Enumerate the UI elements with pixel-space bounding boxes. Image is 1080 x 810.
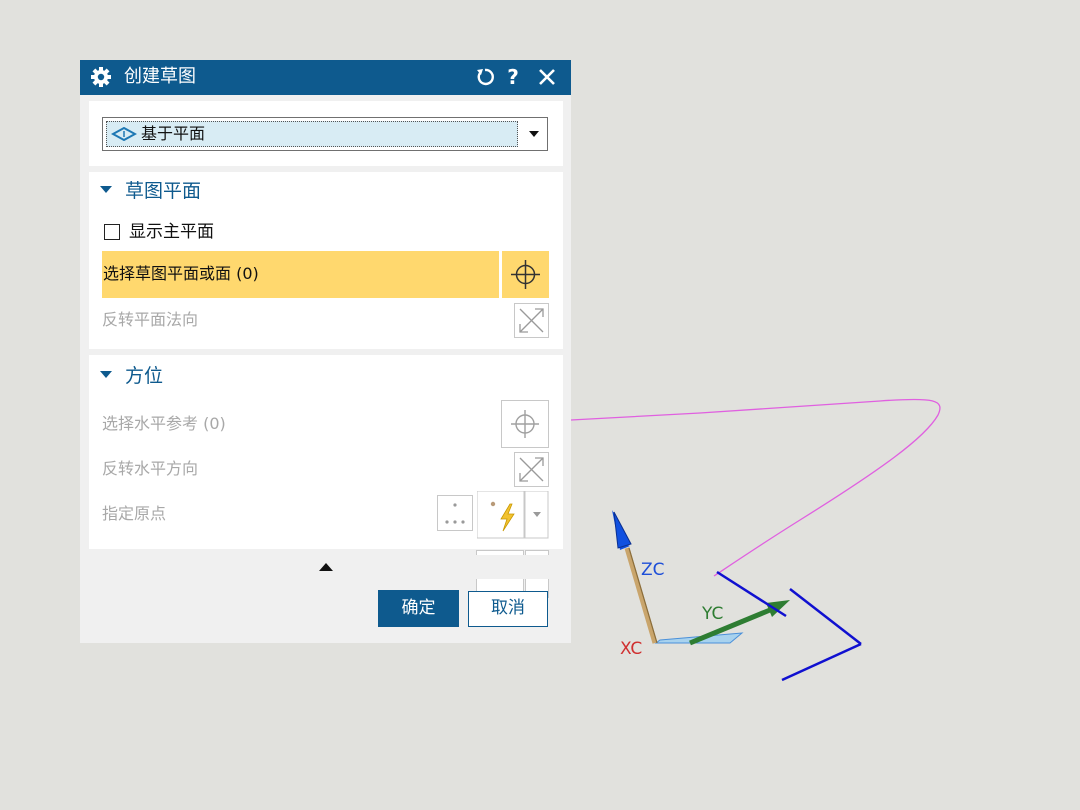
select-plane-button[interactable] [502, 251, 549, 298]
z-axis-label: ZC [641, 560, 665, 580]
reverse-direction-icon [519, 457, 544, 482]
point-dialog-icon [445, 503, 465, 524]
select-plane-label[interactable]: 选择草图平面或面 (0) [103, 264, 259, 284]
x-axis-label: XC [620, 639, 642, 659]
gear-icon [91, 67, 111, 87]
sketch-plane-section: 草图平面 显示主平面 选择草图平面或面 (0) 反转平面法向 [89, 172, 563, 349]
collapse-up-icon[interactable] [319, 563, 333, 571]
close-icon[interactable] [536, 66, 558, 88]
plane-icon [111, 127, 137, 141]
crosshair-icon [511, 260, 540, 289]
sketch-line[interactable] [789, 588, 862, 645]
type-select[interactable]: 基于平面 [102, 117, 548, 151]
reverse-direction-icon [519, 308, 544, 333]
reverse-horizontal-button[interactable] [514, 452, 549, 487]
sketch-line[interactable] [781, 642, 862, 682]
reverse-normal-button[interactable] [514, 303, 549, 338]
reverse-horizontal-label: 反转水平方向 [102, 459, 199, 478]
type-panel: 基于平面 [89, 101, 563, 166]
collapse-triangle-icon[interactable] [100, 186, 112, 193]
sketch-plane-title: 草图平面 [125, 180, 202, 202]
select-plane-row[interactable]: 选择草图平面或面 (0) [102, 251, 499, 298]
type-select-value-box: 基于平面 [106, 121, 518, 147]
coordinate-triad: ZC YC XC [612, 510, 790, 659]
reverse-normal-label: 反转平面法向 [102, 310, 199, 329]
help-icon[interactable]: ? [502, 66, 524, 88]
crosshair-icon [511, 410, 539, 438]
y-axis-label: YC [701, 604, 723, 624]
dialog-title: 创建草图 [124, 66, 196, 87]
select-horizontal-ref-label: 选择水平参考 (0) [102, 414, 226, 433]
sketch-line[interactable] [716, 570, 787, 618]
type-select-value: 基于平面 [141, 124, 206, 143]
collapse-triangle-icon[interactable] [100, 371, 112, 378]
select-horizontal-ref-button[interactable] [501, 400, 549, 448]
reset-icon[interactable] [474, 66, 496, 88]
create-sketch-dialog: 创建草图 ? 基于平面 草图平面 显示主平面 选择草图平面或面 (0) 反转平面… [80, 60, 571, 643]
y-axis-cone [766, 600, 790, 617]
origin-icons [477, 491, 549, 539]
point-dialog-button[interactable] [437, 495, 473, 531]
specify-origin-label: 指定原点 [102, 504, 167, 523]
collapse-strip[interactable] [89, 555, 563, 579]
ok-button[interactable]: 确定 [378, 590, 459, 627]
sketch-lines[interactable] [716, 570, 862, 682]
show-main-plane-checkbox[interactable] [104, 224, 120, 240]
z-axis-cone [613, 511, 632, 549]
dialog-title-bar[interactable]: 创建草图 ? [80, 60, 571, 95]
chevron-down-icon[interactable] [529, 131, 539, 137]
orientation-title: 方位 [125, 365, 164, 387]
cancel-button[interactable]: 取消 [468, 591, 548, 627]
show-main-plane-label[interactable]: 显示主平面 [129, 222, 214, 242]
